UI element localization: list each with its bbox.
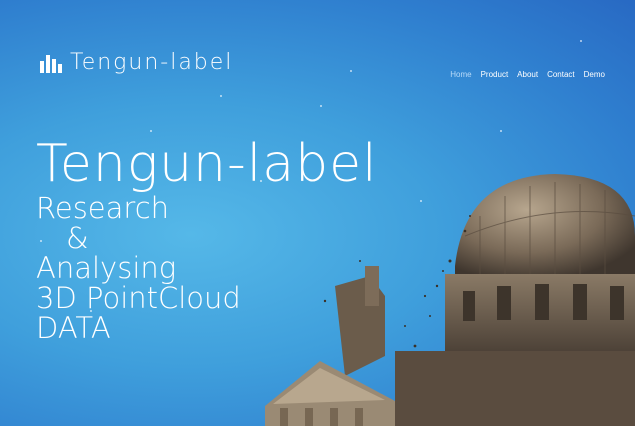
nav-contact[interactable]: Contact [547,70,575,79]
pointcloud-building-image [265,174,635,426]
landing-page: Tengun-label Home Product About Contact … [0,0,635,426]
nav-demo[interactable]: Demo [584,70,605,79]
nav-about[interactable]: About [517,70,538,79]
top-nav: Home Product About Contact Demo [450,70,605,79]
nav-product[interactable]: Product [481,70,509,79]
brand-logo[interactable]: Tengun-label [40,50,233,75]
nav-home[interactable]: Home [450,70,471,79]
brand-name: Tengun-label [70,50,234,75]
bar-chart-icon [40,53,62,73]
